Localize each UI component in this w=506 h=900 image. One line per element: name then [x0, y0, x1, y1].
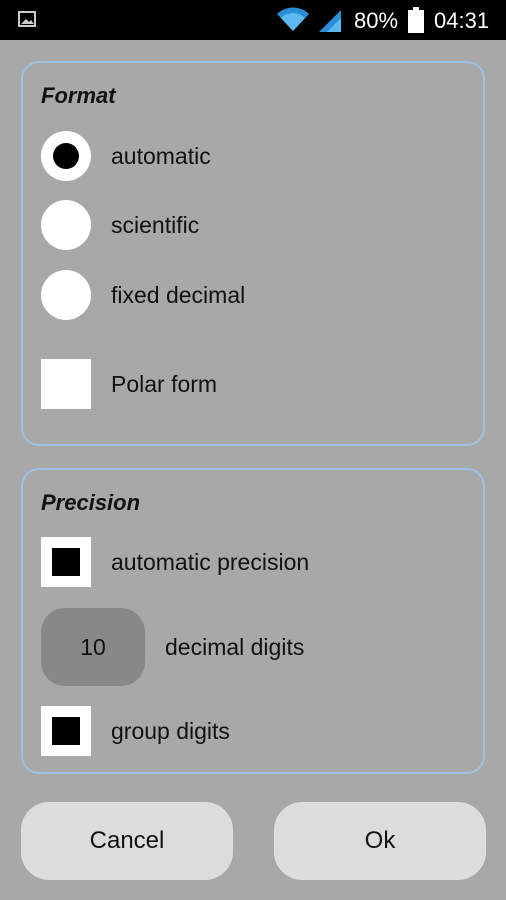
radio-button[interactable] [41, 131, 91, 181]
precision-title: Precision [41, 490, 141, 515]
radio-label: automatic [111, 142, 211, 169]
checkbox-label: Polar form [111, 370, 218, 397]
checkbox-label: group digits [111, 717, 230, 744]
radio-fixed-decimal[interactable]: fixed decimal [41, 270, 245, 320]
radio-scientific[interactable]: scientific [41, 200, 199, 250]
radio-automatic[interactable]: automatic [41, 131, 211, 181]
decimal-digits-label: decimal digits [165, 633, 305, 660]
decimal-digits-row: 10 decimal digits [41, 608, 304, 686]
checkbox[interactable] [41, 537, 91, 587]
ok-button[interactable]: Ok [274, 802, 486, 880]
checkbox-check-mark [52, 717, 80, 745]
image-icon [18, 11, 36, 27]
checkbox-label: automatic precision [111, 548, 310, 575]
wifi-icon [277, 7, 309, 31]
battery-icon [408, 7, 424, 33]
format-title: Format [41, 83, 116, 108]
decimal-digits-input[interactable]: 10 [41, 608, 145, 686]
checkbox[interactable] [41, 359, 91, 409]
signal-icon [319, 10, 341, 32]
battery-percent: 80% [354, 8, 399, 33]
status-bar: 80% 04:31 [0, 0, 506, 40]
automatic-precision-checkbox[interactable]: automatic precision [41, 537, 309, 587]
precision-panel: Precision automatic precision 10 decimal… [21, 468, 485, 774]
cancel-button[interactable]: Cancel [21, 802, 233, 880]
radio-label: scientific [111, 211, 200, 238]
group-digits-checkbox[interactable]: group digits [41, 706, 230, 756]
radio-button[interactable] [41, 270, 91, 320]
radio-button[interactable] [41, 200, 91, 250]
clock: 04:31 [434, 8, 490, 33]
checkbox-check-mark [52, 548, 80, 576]
radio-selected-dot [53, 143, 79, 169]
radio-label: fixed decimal [111, 281, 246, 308]
polar-form-checkbox[interactable]: Polar form [41, 359, 217, 409]
format-panel: Format automatic scientific fixed decima… [21, 61, 485, 446]
checkbox[interactable] [41, 706, 91, 756]
